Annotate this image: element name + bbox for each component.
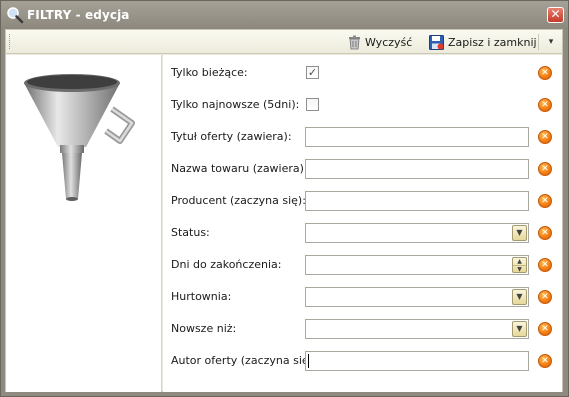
wholesaler-combobox[interactable]: ▼: [305, 287, 529, 307]
funnel-image-panel: [6, 55, 162, 392]
clear-field-icon[interactable]: ✕: [538, 322, 552, 336]
floppy-disk-icon: [429, 34, 444, 50]
field-label: Tytuł oferty (zawiera):: [171, 130, 292, 143]
clear-field-icon[interactable]: ✕: [538, 258, 552, 272]
form-row-wholesaler: Hurtownia: ▼ ✕: [163, 285, 562, 309]
newer-than-combobox[interactable]: ▼: [305, 319, 529, 339]
form-row-producer: Producent (zaczyna się): ✕: [163, 189, 562, 213]
close-button[interactable]: ✕: [547, 7, 564, 23]
dropdown-button[interactable]: ▼: [512, 321, 527, 337]
field-label: Autor oferty (zaczyna się):: [171, 354, 317, 367]
toolbar-overflow-button[interactable]: ▾: [545, 34, 557, 50]
text-caret: [308, 354, 309, 368]
filter-dialog-window: FILTRY - edycja ✕ Wyczyść Zapisz i zamkn…: [0, 0, 569, 397]
dropdown-button[interactable]: ▼: [512, 225, 527, 241]
field-label: Tylko bieżące:: [171, 66, 248, 79]
dropdown-button[interactable]: ▼: [512, 289, 527, 305]
form-row-newer-than: Nowsze niż: ▼ ✕: [163, 317, 562, 341]
save-and-close-label: Zapisz i zamknij: [448, 35, 537, 49]
toolbar-separator: [538, 34, 539, 50]
form-row-offer-title: Tytuł oferty (zawiera): ✕: [163, 125, 562, 149]
field-label: Hurtownia:: [171, 290, 232, 303]
product-name-input[interactable]: [305, 159, 529, 179]
checkmark-icon: ✓: [307, 66, 318, 79]
field-label: Nowsze niż:: [171, 322, 237, 335]
form-row-days-to-end: Dni do zakończenia: ▲ ▼ ✕: [163, 253, 562, 277]
filter-form: Tylko bieżące: ✓ ✕ Tylko najnowsze (5dni…: [163, 55, 562, 392]
clear-field-icon[interactable]: ✕: [538, 162, 552, 176]
field-label: Tylko najnowsze (5dni):: [171, 98, 300, 111]
chevron-down-icon: ▼: [516, 228, 523, 237]
clear-button[interactable]: Wyczyść: [348, 33, 412, 51]
form-row-offer-author: Autor oferty (zaczyna się): ✕: [163, 349, 562, 373]
spin-buttons[interactable]: ▲ ▼: [512, 257, 527, 273]
days-to-end-spinbox[interactable]: ▲ ▼: [305, 255, 529, 275]
dialog-client-area: Wyczyść Zapisz i zamknij ▾ Tylko bieżące…: [5, 29, 563, 392]
funnel-icon: [24, 74, 135, 201]
clear-field-icon[interactable]: ✕: [538, 194, 552, 208]
only-current-checkbox[interactable]: ✓: [306, 66, 319, 79]
field-label: Nazwa towaru (zawiera):: [171, 162, 308, 175]
clear-field-icon[interactable]: ✕: [538, 130, 552, 144]
spin-down-icon[interactable]: ▼: [513, 265, 526, 273]
window-title: FILTRY - edycja: [27, 8, 130, 22]
trash-icon: [349, 35, 360, 49]
save-and-close-button[interactable]: Zapisz i zamknij: [429, 33, 537, 51]
toolbar: Wyczyść Zapisz i zamknij ▾: [6, 30, 562, 54]
spin-up-icon[interactable]: ▲: [513, 258, 526, 265]
offer-title-input[interactable]: [305, 127, 529, 147]
clear-field-icon[interactable]: ✕: [538, 290, 552, 304]
field-label: Status:: [171, 226, 210, 239]
only-newest-checkbox[interactable]: [306, 98, 319, 111]
chevron-down-icon: ▾: [548, 37, 554, 47]
clear-field-icon[interactable]: ✕: [538, 66, 552, 80]
form-row-only-current: Tylko bieżące: ✓ ✕: [163, 61, 562, 85]
chevron-down-icon: ▼: [516, 324, 523, 333]
field-label: Producent (zaczyna się):: [171, 194, 306, 207]
toolbar-grip[interactable]: [9, 34, 11, 49]
offer-author-input[interactable]: [305, 351, 529, 371]
form-row-product-name: Nazwa towaru (zawiera): ✕: [163, 157, 562, 181]
title-bar[interactable]: FILTRY - edycja ✕: [1, 1, 568, 29]
producer-input[interactable]: [305, 191, 529, 211]
form-row-status: Status: ▼ ✕: [163, 221, 562, 245]
form-row-only-newest: Tylko najnowsze (5dni): ✕: [163, 93, 562, 117]
clear-field-icon[interactable]: ✕: [538, 226, 552, 240]
magnifier-icon: [7, 7, 24, 24]
clear-field-icon[interactable]: ✕: [538, 98, 552, 112]
field-label: Dni do zakończenia:: [171, 258, 282, 271]
clear-field-icon[interactable]: ✕: [538, 354, 552, 368]
close-icon: ✕: [550, 7, 561, 21]
clear-button-label: Wyczyść: [365, 35, 413, 49]
status-combobox[interactable]: ▼: [305, 223, 529, 243]
chevron-down-icon: ▼: [516, 292, 523, 301]
